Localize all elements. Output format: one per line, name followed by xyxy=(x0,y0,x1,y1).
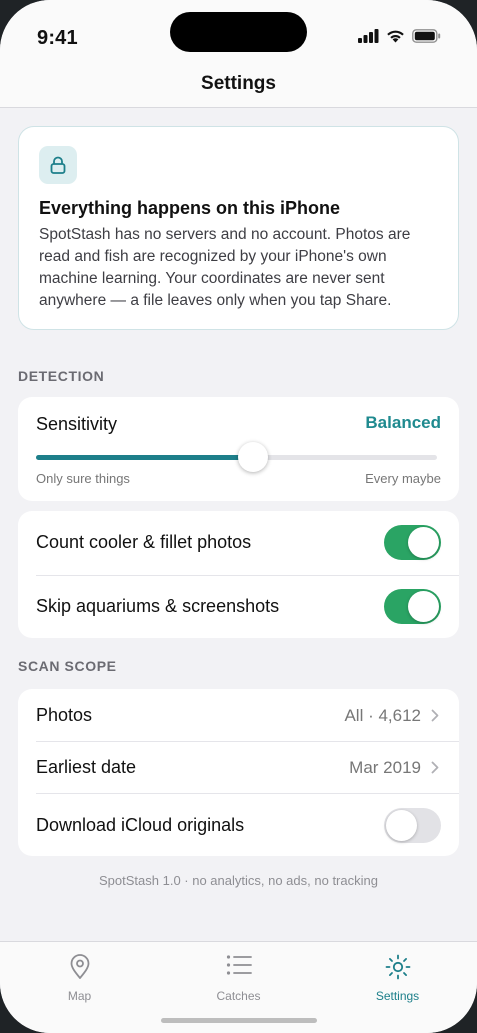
tab-label: Map xyxy=(67,989,92,1003)
gear-icon xyxy=(385,954,410,980)
sensitivity-value: Balanced xyxy=(365,413,441,432)
section-header-scan-scope: SCAN SCOPE xyxy=(18,658,117,674)
status-icons xyxy=(358,29,441,43)
section-header-detection: DETECTION xyxy=(18,368,105,384)
privacy-body: SpotStash has no servers and no account.… xyxy=(39,226,411,309)
map-pin-icon xyxy=(70,954,89,979)
status-bar: 9:41 xyxy=(0,0,477,66)
tab-map[interactable]: Map xyxy=(0,942,159,1004)
toggle-label: Count cooler & fillet photos xyxy=(36,532,252,552)
skip-aquariums-toggle[interactable] xyxy=(384,589,441,624)
earliest-date-label: Earliest date xyxy=(36,757,137,777)
slider-max-label: Every maybe xyxy=(365,471,441,486)
photos-value: All · 4,612 xyxy=(344,706,421,725)
slider-fill xyxy=(36,455,253,460)
chevron-right-icon xyxy=(431,761,439,774)
photos-label: Photos xyxy=(36,705,93,725)
dynamic-island xyxy=(170,12,307,52)
slider-min-label: Only sure things xyxy=(36,471,130,486)
privacy-card: Everything happens on this iPhone SpotSt… xyxy=(18,126,459,330)
status-time: 9:41 xyxy=(37,27,78,49)
page-title: Settings xyxy=(201,73,276,94)
slider-thumb[interactable] xyxy=(237,442,268,472)
icloud-label: Download iCloud originals xyxy=(36,815,245,835)
tab-catches[interactable]: Catches xyxy=(159,942,318,1004)
detection-toggles-card: Count cooler & fillet photos Skip aquari… xyxy=(18,511,459,638)
sensitivity-slider[interactable] xyxy=(36,442,437,472)
tab-label: Catches xyxy=(216,989,261,1003)
scan-scope-card: Photos All · 4,612 Earliest date Mar 201… xyxy=(18,689,459,856)
toggle-label: Skip aquariums & screenshots xyxy=(36,596,280,616)
nav-bar: Settings xyxy=(0,66,477,108)
tab-settings[interactable]: Settings xyxy=(318,942,477,1004)
lock-icon xyxy=(50,156,66,174)
signal-icon xyxy=(358,29,379,43)
chevron-right-icon xyxy=(431,709,439,722)
icloud-originals-toggle[interactable] xyxy=(384,808,441,843)
device-frame: 9:41 Settings Everything happens on this… xyxy=(0,0,477,1033)
cooler-fillet-toggle[interactable] xyxy=(384,525,441,560)
icloud-row[interactable]: Download iCloud originals xyxy=(18,793,459,856)
earliest-date-row[interactable]: Earliest date Mar 2019 xyxy=(18,741,459,793)
toggle-row-skip-aquariums[interactable]: Skip aquariums & screenshots xyxy=(18,575,459,638)
photos-row[interactable]: Photos All · 4,612 xyxy=(18,689,459,741)
battery-icon xyxy=(412,29,441,43)
footer-note: SpotStash 1.0 · no analytics, no ads, no… xyxy=(99,873,378,888)
sensitivity-card: Sensitivity Balanced Only sure things Ev… xyxy=(18,397,459,501)
tab-label: Settings xyxy=(375,989,420,1003)
screen: 9:41 Settings Everything happens on this… xyxy=(0,0,477,1033)
privacy-title: Everything happens on this iPhone xyxy=(39,198,341,218)
toggle-row-cooler-fillet[interactable]: Count cooler & fillet photos xyxy=(18,511,459,575)
list-icon xyxy=(226,955,252,975)
sensitivity-label: Sensitivity xyxy=(36,414,118,434)
wifi-icon xyxy=(387,30,404,43)
home-indicator xyxy=(161,1018,317,1023)
earliest-date-value: Mar 2019 xyxy=(349,758,421,777)
lock-badge xyxy=(39,146,77,184)
tab-bar: Map Catches Settings xyxy=(0,941,477,1033)
